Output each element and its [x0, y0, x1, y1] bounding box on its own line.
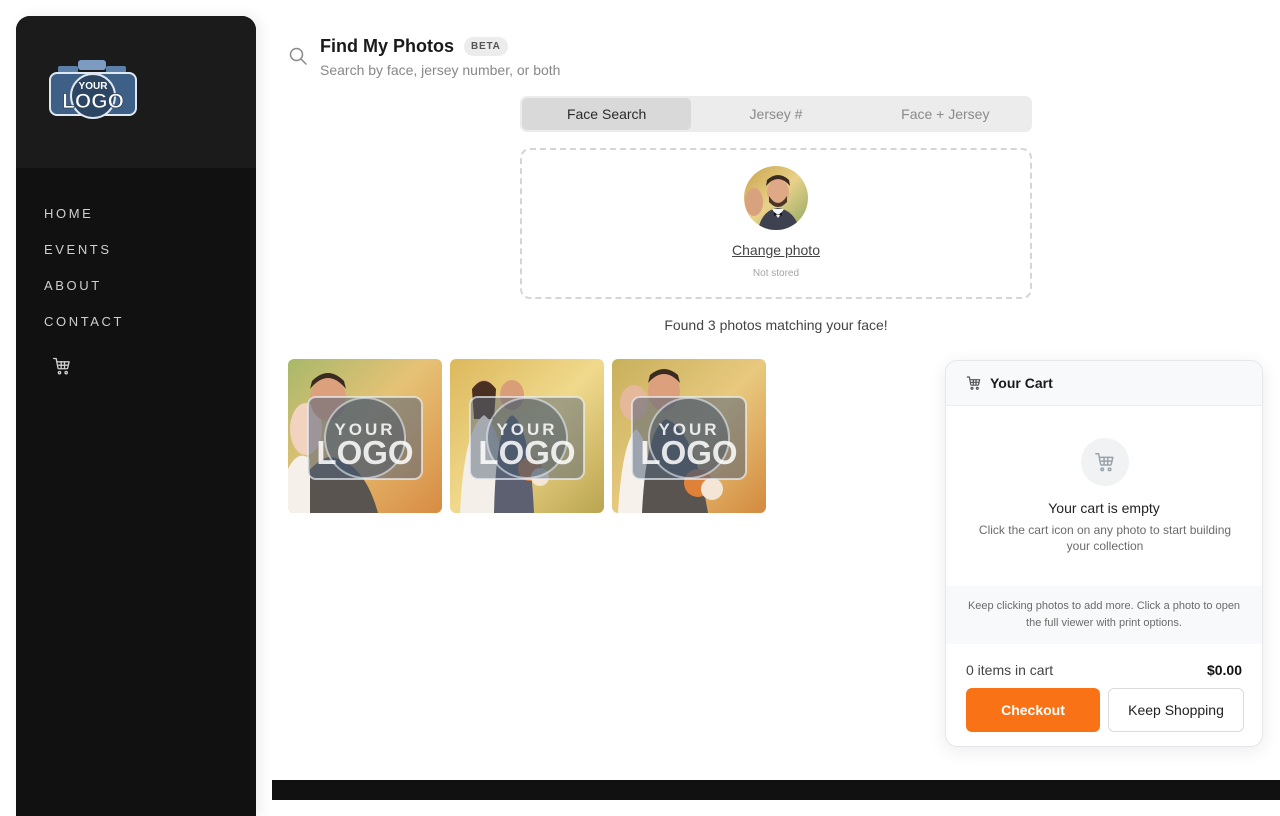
empty-cart-illustration	[1081, 438, 1129, 486]
watermark-text-bottom: LOGO	[478, 434, 575, 471]
nav-events[interactable]: EVENTS	[44, 240, 256, 276]
results-message: Found 3 photos matching your face!	[664, 317, 888, 333]
result-photo[interactable]: YOUR LOGO	[288, 359, 442, 513]
empty-cart-text: Click the cart icon on any photo to star…	[978, 523, 1232, 553]
nav-home[interactable]: HOME	[44, 204, 256, 240]
cart-total: $0.00	[1206, 662, 1242, 678]
sidebar: YOUR LOGO HOME EVENTS ABOUT CONTACT	[16, 16, 256, 816]
cart-icon	[966, 376, 981, 390]
tab-jersey[interactable]: Jersey #	[691, 98, 860, 130]
results-grid: YOUR LOGO YOUR LOGO YOUR LOGO	[288, 359, 766, 513]
nav-about[interactable]: ABOUT	[44, 276, 256, 312]
watermark-text-bottom: LOGO	[640, 434, 737, 471]
search-mode-tabs: Face Search Jersey # Face + Jersey	[520, 96, 1032, 132]
cart-panel: Your Cart Your cart is empty Click the c…	[945, 360, 1263, 747]
watermark-text-bottom: LOGO	[316, 434, 413, 471]
cart-hint: Keep clicking photos to add more. Click …	[946, 586, 1262, 644]
page-subtitle: Search by face, jersey number, or both	[320, 62, 561, 78]
nav-contact[interactable]: CONTACT	[44, 312, 256, 348]
result-photo[interactable]: YOUR LOGO	[612, 359, 766, 513]
cart-item-count: 0 items in cart	[966, 662, 1054, 678]
result-photo[interactable]: YOUR LOGO	[450, 359, 604, 513]
cart-title: Your Cart	[990, 375, 1053, 391]
checkout-button[interactable]: Checkout	[966, 688, 1100, 732]
keep-shopping-button[interactable]: Keep Shopping	[1108, 688, 1244, 732]
uploaded-face-thumbnail	[744, 166, 808, 230]
tab-face-search[interactable]: Face Search	[522, 98, 692, 130]
page-header: Find My Photos BETA	[320, 36, 508, 57]
logo[interactable]: YOUR LOGO	[48, 58, 138, 128]
empty-cart-title: Your cart is empty	[1048, 500, 1160, 516]
page-title: Find My Photos	[320, 36, 454, 56]
change-photo-link[interactable]: Change photo	[522, 242, 1030, 258]
cart-header: Your Cart	[946, 361, 1262, 406]
photo-upload-zone[interactable]: Change photo Not stored	[520, 148, 1032, 299]
logo-area: YOUR LOGO	[16, 16, 256, 168]
cart-icon[interactable]	[52, 356, 72, 376]
footer-bar	[272, 780, 1280, 800]
beta-badge: BETA	[464, 37, 508, 56]
cart-icon	[1095, 453, 1114, 472]
tab-face-jersey[interactable]: Face + Jersey	[861, 98, 1030, 130]
main-nav: HOME EVENTS ABOUT CONTACT	[16, 168, 256, 381]
logo-text-bottom: LOGO	[62, 90, 124, 113]
privacy-note: Not stored	[752, 268, 800, 279]
search-icon	[289, 47, 307, 65]
